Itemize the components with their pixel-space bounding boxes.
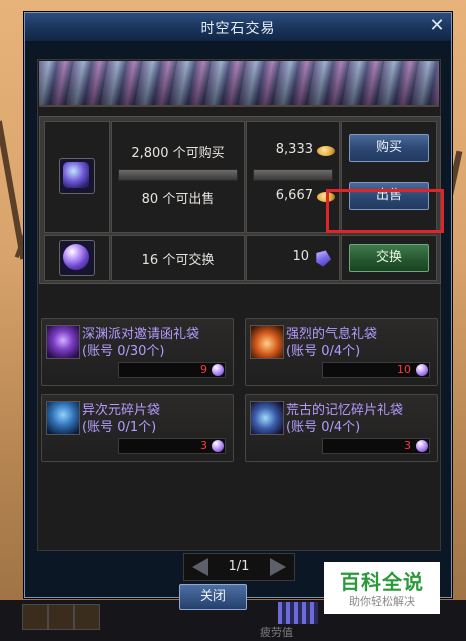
package-item[interactable]: 荒古的记忆碎片礼袋 (账号 0/4个) 3 <box>245 394 438 462</box>
crystal-icon <box>313 248 334 269</box>
exchange-cost: 10 <box>292 249 309 264</box>
price-divider <box>253 169 333 181</box>
watermark: 百科全说 助你轻松解决 <box>324 562 440 614</box>
sphere-slot[interactable] <box>59 240 95 276</box>
flame-icon <box>250 325 284 359</box>
package-item[interactable]: 深渊派对邀请函礼袋 (账号 0/30个) 9 <box>41 318 234 386</box>
skill-slot[interactable] <box>74 604 100 630</box>
skill-slot[interactable] <box>48 604 74 630</box>
trade-window: 时空石交易 ✕ 2,800 个可购买 80 个可出售 8,333 6,667 购… <box>24 12 452 598</box>
buy-button[interactable]: 购买 <box>349 134 429 162</box>
package-limit: (账号 0/1个) <box>82 420 157 435</box>
exchange-button[interactable]: 交换 <box>349 244 429 272</box>
fatigue-gauge <box>278 602 318 624</box>
close-icon[interactable]: ✕ <box>428 17 446 36</box>
package-item[interactable]: 强烈的气息礼袋 (账号 0/4个) 10 <box>245 318 438 386</box>
exchange-limit-cell: 16 个可交换 <box>111 235 245 281</box>
next-page-arrow-icon[interactable] <box>270 558 286 576</box>
exchange-cost-cell: 10 <box>246 235 340 281</box>
skill-slot[interactable] <box>22 604 48 630</box>
exchange-action-cell: 交换 <box>341 235 437 281</box>
sphere-currency-icon <box>212 440 224 452</box>
package-price: 3 <box>200 439 207 452</box>
sphere-slot-cell <box>44 235 110 281</box>
exchange-limit-text: 16 个可交换 <box>141 253 215 268</box>
fatigue-label: 疲劳值 <box>260 626 293 639</box>
package-limit: (账号 0/4个) <box>286 344 361 359</box>
armor-icon <box>250 401 284 435</box>
watermark-logo: 百科全说 <box>340 570 424 594</box>
package-item[interactable]: 异次元碎片袋 (账号 0/1个) 3 <box>41 394 234 462</box>
highlight-box <box>326 189 444 233</box>
pagination: 1/1 <box>183 553 295 581</box>
package-price-bar: 10 <box>322 362 430 378</box>
stone-slot-cell <box>44 121 110 233</box>
package-price: 3 <box>404 439 411 452</box>
buy-price: 8,333 <box>275 142 313 157</box>
time-stone-slot[interactable] <box>59 158 95 194</box>
close-button[interactable]: 关闭 <box>179 584 247 610</box>
trade-content: 2,800 个可购买 80 个可出售 8,333 6,667 购买 出售 16 … <box>37 59 441 551</box>
gold-coin-icon <box>317 146 335 156</box>
watermark-tagline: 助你轻松解决 <box>349 595 415 608</box>
package-price: 10 <box>397 363 411 376</box>
sphere-currency-icon <box>416 364 428 376</box>
title-bar[interactable]: 时空石交易 ✕ <box>25 13 451 42</box>
package-price-bar: 3 <box>322 438 430 454</box>
warrior-icon <box>46 401 80 435</box>
buy-limit-text: 2,800 个可购买 <box>131 146 225 161</box>
sphere-currency-icon <box>212 364 224 376</box>
sell-price: 6,667 <box>275 188 313 203</box>
package-price: 9 <box>200 363 207 376</box>
package-limit: (账号 0/4个) <box>286 420 361 435</box>
sphere-icon <box>63 244 89 270</box>
window-title: 时空石交易 <box>200 21 276 37</box>
limit-cell: 2,800 个可购买 80 个可出售 <box>111 121 245 233</box>
package-price-bar: 9 <box>118 362 226 378</box>
limit-divider <box>118 169 238 181</box>
sphere-currency-icon <box>416 440 428 452</box>
skull-icon <box>46 325 80 359</box>
banner-shade <box>39 61 439 105</box>
package-price-bar: 3 <box>118 438 226 454</box>
time-stone-icon <box>63 162 89 188</box>
sell-limit-text: 80 个可出售 <box>141 192 215 207</box>
package-limit: (账号 0/30个) <box>82 344 165 359</box>
